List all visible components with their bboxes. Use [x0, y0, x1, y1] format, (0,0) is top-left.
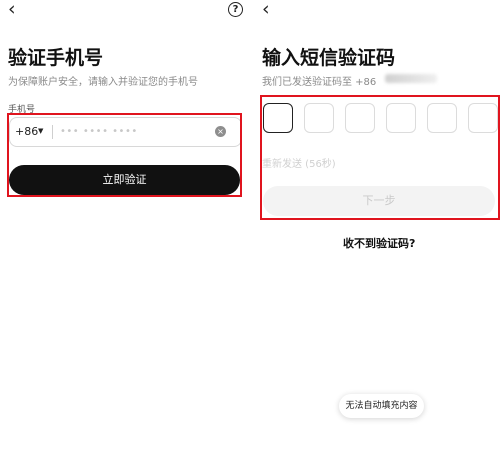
page-subtitle: 我们已发送验证码至 +86 [262, 73, 376, 88]
back-arrow-icon[interactable]: ‹ [262, 0, 270, 19]
page-title: 验证手机号 [8, 47, 104, 69]
screen-divider [247, 0, 253, 474]
toast-message: 无法自动填充内容 [339, 394, 424, 418]
back-arrow-icon[interactable]: ‹ [8, 0, 16, 19]
highlight-box [260, 95, 500, 220]
subtitle-text: 我们已发送验证码至 +86 [262, 77, 377, 88]
page-title: 输入短信验证码 [262, 47, 396, 69]
no-code-link[interactable]: 收不到验证码? [343, 235, 415, 251]
help-icon[interactable]: ? [228, 2, 243, 17]
page-subtitle: 为保障账户安全，请输入并验证您的手机号 [8, 77, 198, 88]
highlight-box [7, 113, 242, 197]
masked-phone-number [385, 74, 437, 83]
